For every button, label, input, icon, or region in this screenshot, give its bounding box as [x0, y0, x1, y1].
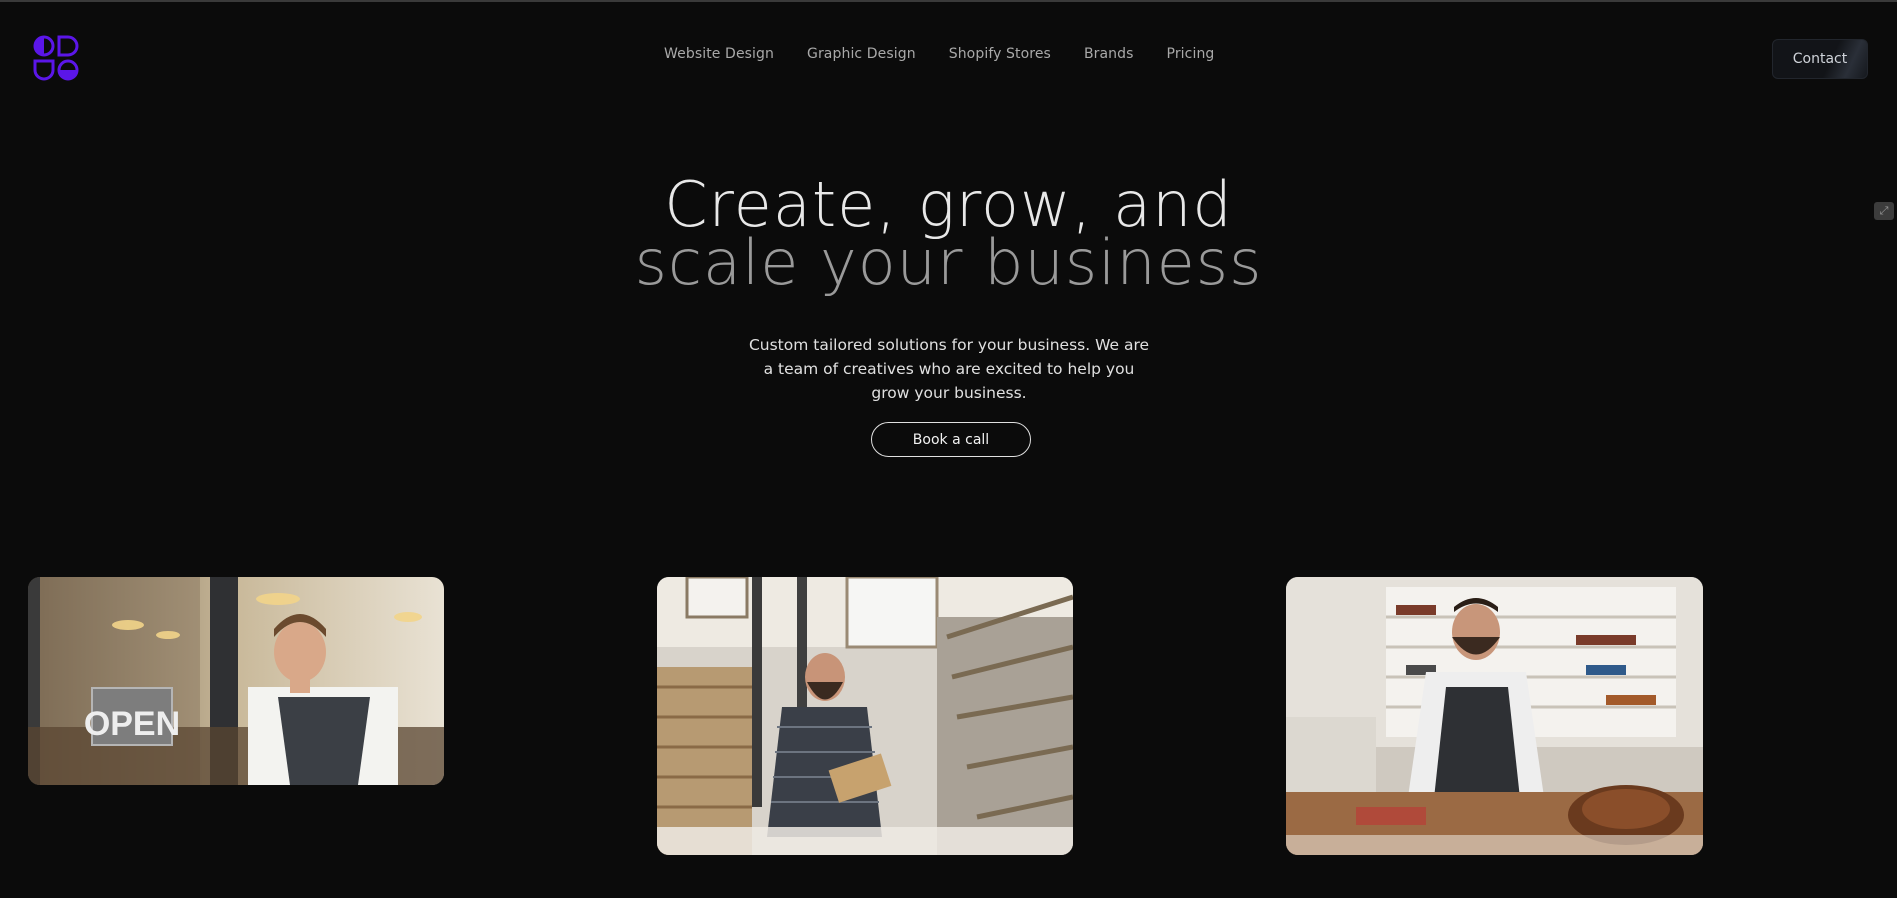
open-sign-text: OPEN [84, 705, 180, 743]
contact-button[interactable]: Contact [1772, 39, 1868, 79]
book-a-call-button[interactable]: Book a call [871, 422, 1031, 457]
hero-title-line-2: scale your business [634, 226, 1263, 299]
nav-pricing[interactable]: Pricing [1167, 46, 1215, 62]
gallery-image-cafe-owner: OPEN [28, 577, 444, 785]
nav-graphic-design[interactable]: Graphic Design [807, 46, 916, 62]
hero-title: Create, grow, and scale your business [0, 174, 1897, 299]
nav-brands[interactable]: Brands [1084, 46, 1134, 62]
gallery-image-leather-craftsman [1286, 577, 1703, 855]
top-border [0, 0, 1897, 2]
nav-shopify-stores[interactable]: Shopify Stores [949, 46, 1051, 62]
main-nav: Website Design Graphic Design Shopify St… [664, 46, 1214, 62]
gallery-image-workshop-woodworker [657, 577, 1073, 855]
nav-website-design[interactable]: Website Design [664, 46, 774, 62]
brand-logo-icon[interactable] [32, 34, 80, 82]
hero-subtitle: Custom tailored solutions for your busin… [748, 336, 1150, 402]
